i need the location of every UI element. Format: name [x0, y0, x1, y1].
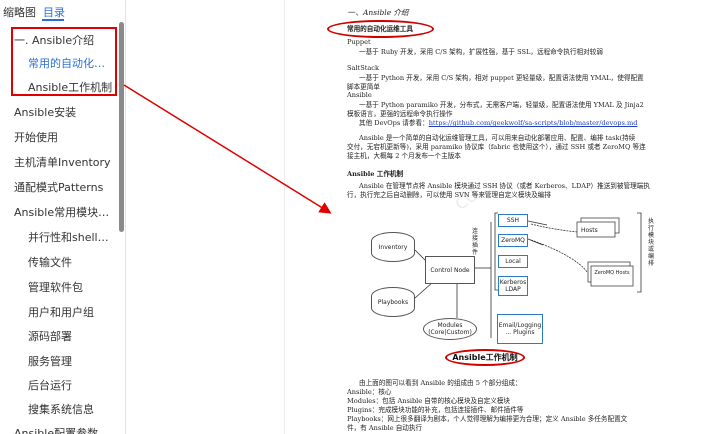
- email-logging-plugins-node: Email/Logging ... Plugins: [497, 314, 543, 344]
- sidebar-tabs: 缩略图 目录: [0, 0, 125, 22]
- toc-scrollbar[interactable]: [119, 22, 124, 232]
- tab-toc[interactable]: 目录: [43, 4, 65, 20]
- ssh-node: SSH: [498, 214, 528, 227]
- toc-item-inventory[interactable]: 主机清单Inventory: [14, 154, 114, 170]
- summary-line-2: Ansible：核心: [347, 388, 392, 396]
- connection-plugins-label: 连接插件: [471, 228, 478, 256]
- zeromq-hosts-label: ZeroMQ Hosts: [594, 270, 630, 276]
- toc-item-install[interactable]: Ansible安装: [14, 104, 114, 120]
- toc-item-background-run[interactable]: 后台运行: [28, 377, 114, 393]
- toc-item-facts[interactable]: 搜集系统信息: [28, 401, 114, 417]
- toc-item-transfer-files[interactable]: 传输文件: [28, 254, 114, 270]
- hosts-label: Hosts: [581, 227, 598, 234]
- diagram-caption: Ansible工作机制: [445, 349, 525, 366]
- summary-line-4: Plugins：完成模块功能的补充，包括连接插件、邮件插件等: [347, 406, 524, 414]
- toc-item-users-groups[interactable]: 用户和用户组: [28, 304, 114, 320]
- summary-line-3: Modules：包括 Ansible 自带的核心模块及自定义模块: [347, 397, 511, 405]
- document-page: 一、Ansible 介绍 常用的自动化运维工具 Puppet 一基于 Ruby …: [284, 0, 720, 434]
- toc-item-patterns[interactable]: 通配模式Patterns: [14, 179, 114, 195]
- kerberos-ldap-node: Kerberos LDAP: [498, 276, 528, 296]
- toc-item-source-deploy[interactable]: 源码部署: [28, 328, 114, 344]
- annotation-highlight-box: [11, 27, 117, 96]
- zeromq-node: ZeroMQ: [498, 234, 528, 247]
- summary-line-6: 件，有 Ansible 自动执行: [347, 424, 423, 432]
- local-node: Local: [498, 255, 528, 268]
- toc-item-parallel-shell[interactable]: 并行性和shell命令: [28, 229, 114, 245]
- summary-line-5: Playbooks：网上很多翻译为剧本，个人觉得理解为编排更为合理；定义 Ans…: [347, 415, 628, 423]
- toc-item-service-management[interactable]: 服务管理: [28, 353, 114, 369]
- toc-sidebar: 缩略图 目录 一. Ansible介绍 常用的自动化运维... Ansible工…: [0, 0, 126, 434]
- modules-node: Modules (Core|Custom): [423, 318, 477, 340]
- summary-line-1: 由上面的图可以看到 Ansible 的组成由 5 个部分组成：: [359, 379, 522, 387]
- tab-thumbnails[interactable]: 缩略图: [3, 4, 36, 20]
- toc-item-packages[interactable]: 管理软件包: [28, 279, 114, 295]
- toc-item-common-modules[interactable]: Ansible常用模块的操...: [14, 204, 114, 220]
- execute-modules-label: 执行模块或编排: [647, 218, 654, 267]
- inventory-node: Inventory: [371, 232, 415, 262]
- active-tab-indicator: [42, 19, 64, 21]
- toc-item-config-params[interactable]: Ansible配置参数: [14, 425, 114, 434]
- control-node: Control Node: [425, 256, 475, 284]
- toc-item-getting-started[interactable]: 开始使用: [14, 129, 114, 145]
- playbooks-node: Playbooks: [371, 287, 415, 317]
